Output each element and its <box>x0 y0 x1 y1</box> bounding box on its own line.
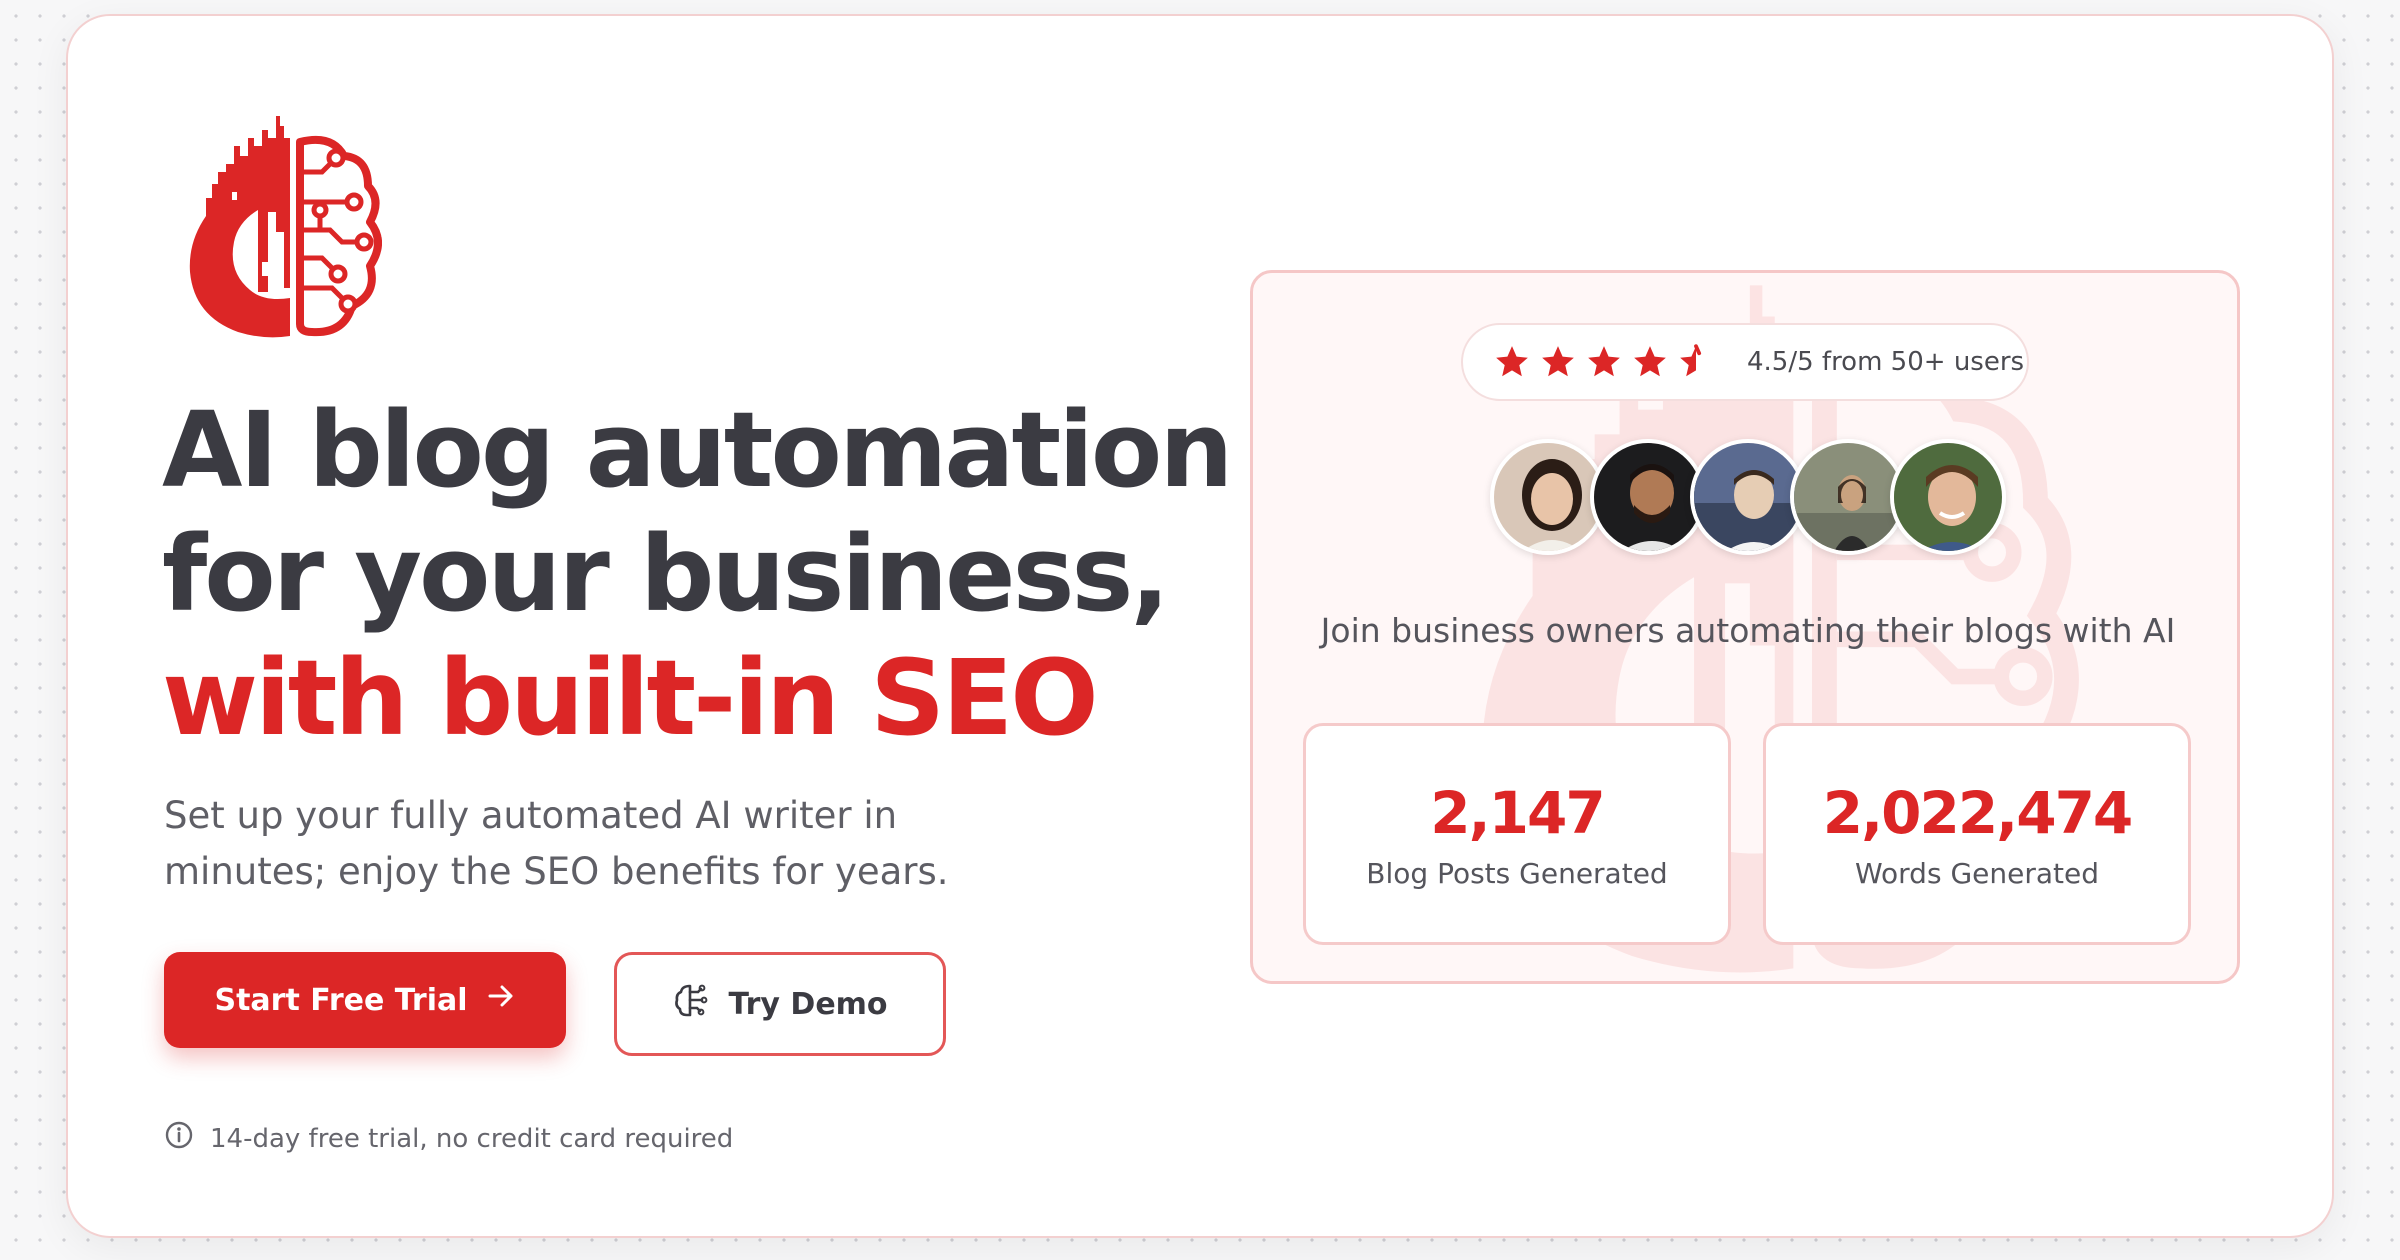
star-icon <box>1634 346 1666 377</box>
brain-icon <box>672 980 712 1028</box>
user-avatar <box>1590 439 1706 555</box>
stat-label: Blog Posts Generated <box>1366 856 1668 890</box>
headline-line-3-accent: with built-in SEO <box>162 637 1099 759</box>
user-avatar <box>1690 439 1806 555</box>
arrow-right-icon <box>486 981 516 1019</box>
headline-line-2: for your business, <box>162 513 1170 635</box>
stat-value: 2,022,474 <box>1822 778 2134 847</box>
user-avatar <box>1790 439 1906 555</box>
social-proof-panel: 4.5/5 from 50+ users Join business owner… <box>1250 270 2240 984</box>
hero-headline: AI blog automation for your business, wi… <box>162 388 1262 760</box>
star-rating <box>1493 343 1715 381</box>
trial-note: 14-day free trial, no credit card requir… <box>164 1120 733 1157</box>
trial-note-text: 14-day free trial, no credit card requir… <box>210 1123 734 1154</box>
hero-subtext: Set up your fully automated AI writer in… <box>164 794 949 893</box>
star-icon <box>1496 346 1528 377</box>
stat-card-blog-posts: 2,147 Blog Posts Generated <box>1303 723 1731 945</box>
stat-label: Words Generated <box>1854 856 2099 890</box>
half-star-icon <box>1680 344 1702 377</box>
user-avatar <box>1490 439 1606 555</box>
try-demo-button[interactable]: Try Demo <box>614 952 946 1056</box>
brain-city-icon[interactable] <box>172 112 382 342</box>
star-icon <box>1542 346 1574 377</box>
stat-value: 2,147 <box>1430 778 1605 847</box>
headline-line-1: AI blog automation <box>162 389 1233 511</box>
rating-badge: 4.5/5 from 50+ users <box>1461 323 2029 401</box>
start-free-trial-label: Start Free Trial <box>214 982 468 1018</box>
hero-card: AI blog automation for your business, wi… <box>66 14 2334 1238</box>
try-demo-label: Try Demo <box>728 986 888 1022</box>
rating-text: 4.5/5 from 50+ users <box>1747 347 2025 377</box>
user-avatar <box>1890 439 2006 555</box>
star-icon <box>1588 346 1620 377</box>
info-icon <box>164 1120 194 1157</box>
stat-card-words: 2,022,474 Words Generated <box>1763 723 2191 945</box>
user-avatars <box>1490 439 2010 555</box>
join-text: Join business owners automating their bl… <box>1320 611 2176 650</box>
start-free-trial-button[interactable]: Start Free Trial <box>164 952 566 1048</box>
